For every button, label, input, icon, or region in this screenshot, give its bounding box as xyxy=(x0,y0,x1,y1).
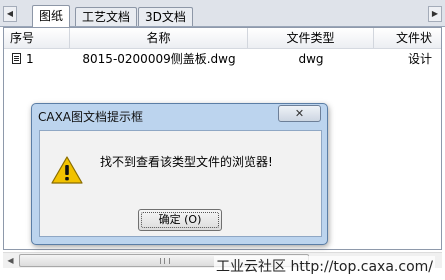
dialog-message: 找不到查看该类型文件的浏览器! xyxy=(100,155,273,169)
tab-scroll-left-icon[interactable]: ◀ xyxy=(3,6,17,22)
row-file-name: 8015-0200009侧盖板.dwg xyxy=(82,52,236,66)
warning-icon xyxy=(51,156,83,184)
column-header-index[interactable]: 序号 xyxy=(4,28,70,48)
column-header-type[interactable]: 文件类型 xyxy=(248,28,374,48)
close-button[interactable]: ✕ xyxy=(278,105,321,122)
file-icon xyxy=(12,53,21,64)
list-header: 序号 名称 文件类型 文件状 xyxy=(4,28,441,49)
tab-process-docs[interactable]: 工艺文档 xyxy=(75,7,138,26)
tab-scroll-right-icon[interactable]: ▶ xyxy=(428,6,442,22)
column-header-name[interactable]: 名称 xyxy=(70,28,248,48)
tab-drawings[interactable]: 图纸 xyxy=(32,5,71,27)
column-header-status[interactable]: 文件状 xyxy=(374,28,441,48)
ok-button[interactable]: 确定 (O) xyxy=(138,209,222,231)
table-row[interactable]: 1 8015-0200009侧盖板.dwg dwg 设计 xyxy=(4,50,441,68)
row-file-status: 设计 xyxy=(407,52,432,66)
watermark: 工业云社区 http://top.caxa.com/ xyxy=(214,256,435,276)
row-index: 1 xyxy=(26,52,34,66)
grip-icon xyxy=(160,258,170,264)
tab-strip: ◀ 图纸 工艺文档 3D文档 ▶ xyxy=(0,0,445,27)
scroll-left-icon[interactable]: ◀ xyxy=(3,253,18,268)
tab-3d-docs[interactable]: 3D文档 xyxy=(138,7,193,26)
dialog-title: CAXA图文档提示框 xyxy=(38,110,144,124)
dialog-body: 找不到查看该类型文件的浏览器! 确定 (O) xyxy=(39,130,322,237)
row-file-type: dwg xyxy=(298,52,324,66)
alert-dialog: CAXA图文档提示框 ✕ 找不到查看该类型文件的浏览器! 确定 (O) xyxy=(31,103,328,245)
